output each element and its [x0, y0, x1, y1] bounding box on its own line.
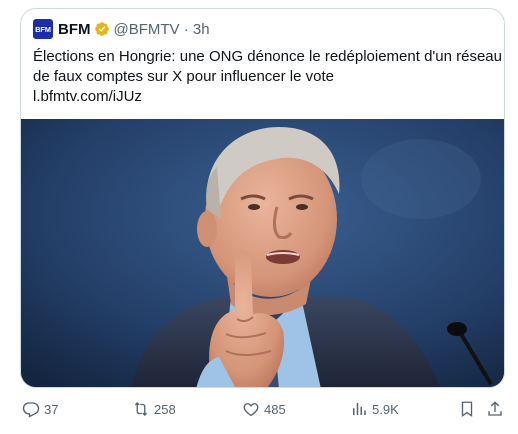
- quoted-post-text: Élections en Hongrie: une ONG dénonce le…: [33, 47, 502, 107]
- like-icon: [243, 403, 259, 417]
- repost-button[interactable]: 258: [132, 398, 176, 420]
- avatar-text: BFM: [35, 24, 51, 34]
- views-icon: [353, 403, 366, 415]
- reply-icon: [22, 402, 40, 418]
- avatar[interactable]: BFM: [33, 19, 53, 39]
- bookmark-button[interactable]: [458, 398, 476, 420]
- speaker-photo: [21, 119, 504, 387]
- post-text-line: de faux comptes sur X pour influencer le…: [33, 68, 334, 85]
- reply-count: 37: [44, 401, 59, 417]
- quoted-post-header: BFM BFM @BFMTV · 3h: [33, 19, 210, 39]
- post-text-line: Élections en Hongrie: une ONG dénonce le…: [33, 48, 502, 65]
- like-button[interactable]: 485: [242, 398, 286, 420]
- share-icon: [488, 401, 502, 416]
- repost-count: 258: [154, 401, 176, 417]
- verified-badge-icon: [94, 21, 110, 37]
- post-link[interactable]: l.bfmtv.com/iJUz: [33, 87, 495, 107]
- bookmark-icon: [461, 401, 473, 418]
- reply-button[interactable]: 37: [22, 398, 58, 420]
- views-button[interactable]: 5.9K: [350, 398, 399, 420]
- repost-icon: [134, 402, 148, 416]
- author-name[interactable]: BFM: [58, 21, 91, 38]
- post-action-bar: 37 258 485 5.9K: [0, 398, 518, 420]
- post-image[interactable]: [21, 119, 504, 387]
- views-count: 5.9K: [372, 401, 399, 417]
- share-button[interactable]: [486, 398, 504, 420]
- author-handle-time[interactable]: @BFMTV · 3h: [114, 21, 210, 38]
- like-count: 485: [264, 401, 286, 417]
- quoted-post-card[interactable]: BFM BFM @BFMTV · 3h Élections en Hongrie…: [20, 8, 505, 388]
